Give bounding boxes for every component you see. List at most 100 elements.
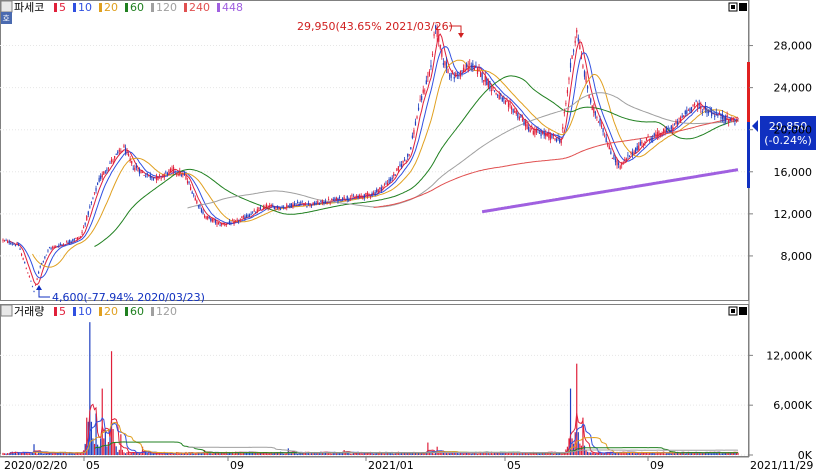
candle-body	[390, 178, 392, 181]
volume-bar	[573, 443, 575, 455]
volume-bar	[538, 453, 541, 455]
volume-bar	[328, 453, 330, 455]
candle-body	[159, 174, 161, 176]
volume-bar	[219, 453, 221, 455]
candle-body	[100, 175, 102, 179]
candle-body	[529, 130, 531, 132]
volume-bar	[373, 453, 375, 455]
candle-body	[442, 63, 444, 65]
high-annotation: 29,950(43.65% 2021/03/26)	[297, 20, 453, 33]
candle-body	[729, 119, 731, 122]
volume-bar	[65, 453, 68, 455]
volume-bar	[283, 453, 285, 455]
candle-body	[120, 150, 122, 152]
candle-body	[169, 168, 172, 172]
candle-body	[382, 186, 384, 188]
legend-label: 5	[59, 305, 66, 318]
volume-bar	[362, 453, 364, 455]
candle-body	[506, 101, 508, 102]
legend-label: 120	[156, 305, 177, 318]
close-icon[interactable]	[739, 307, 747, 315]
candle-body	[734, 123, 736, 125]
candle-body	[571, 55, 573, 59]
candle-body	[723, 117, 725, 122]
candle-body	[72, 239, 74, 242]
candle-body	[514, 111, 516, 113]
stock-chart[interactable]: 20,850 (-0.24%) 28,00024,00020,00016,000…	[0, 0, 817, 473]
volume-bar	[588, 452, 590, 455]
candle-body	[101, 174, 103, 178]
candle-body	[363, 194, 365, 199]
volume-bar	[13, 453, 15, 455]
volume-bar	[448, 453, 451, 455]
volume-bar	[290, 453, 293, 455]
candle-body	[289, 203, 291, 208]
volume-bar	[148, 452, 150, 455]
legend-swatch	[151, 307, 154, 316]
candle-body	[416, 116, 418, 119]
candle-body	[551, 134, 553, 138]
candle-body	[689, 108, 691, 113]
candle-body	[611, 158, 613, 159]
volume-bar	[152, 453, 155, 455]
volume-bar	[613, 452, 615, 455]
candle-body	[362, 196, 364, 198]
candle-body	[735, 120, 738, 122]
candle-body	[438, 35, 440, 42]
candle-body	[655, 134, 657, 136]
candle-body	[649, 138, 651, 140]
candle-body	[245, 215, 248, 218]
legend-swatch	[99, 3, 102, 12]
volume-bar	[96, 444, 99, 455]
candle-body	[466, 63, 468, 67]
volume-bar	[374, 453, 376, 455]
candle-body	[481, 72, 483, 80]
candle-body	[376, 189, 378, 193]
candle-body	[675, 120, 677, 125]
candle-body	[703, 108, 705, 110]
candle-body	[132, 168, 134, 170]
volume-bar	[331, 453, 333, 455]
volume-bar	[636, 453, 638, 455]
candle-body	[608, 146, 610, 150]
volume-bar	[129, 453, 131, 455]
candle-body	[207, 216, 209, 219]
candle-body	[7, 240, 9, 243]
volume-bar	[227, 453, 229, 455]
candle-body	[53, 246, 55, 249]
volume-bar	[689, 453, 691, 455]
x-tick-label: 05	[507, 459, 521, 472]
candle-body	[546, 133, 548, 136]
candle-body	[248, 214, 251, 217]
candle-body	[256, 209, 258, 213]
candle-body	[621, 162, 623, 166]
candle-body	[335, 197, 337, 201]
candle-body	[341, 198, 344, 201]
volume-menu-button[interactable]	[0, 304, 13, 317]
legend-label: 60	[130, 1, 144, 14]
candle-body	[534, 129, 536, 135]
volume-bar	[633, 452, 635, 455]
candle-body	[458, 75, 460, 77]
candle-body	[140, 170, 142, 174]
candle-body	[486, 78, 488, 86]
volume-bar	[445, 453, 448, 455]
x-tick-label: 09	[230, 459, 244, 472]
close-icon[interactable]	[739, 3, 747, 11]
low-annotation: 4,600(-77.94% 2020/03/23)	[52, 291, 205, 304]
legend-swatch	[217, 3, 220, 12]
candle-body	[473, 67, 475, 71]
volume-bar	[275, 453, 277, 455]
legend-swatch	[151, 3, 154, 12]
candle-body	[653, 133, 655, 136]
candle-body	[349, 198, 351, 199]
chart-menu-button[interactable]	[0, 0, 13, 13]
candle-body	[332, 199, 334, 201]
volume-bar	[417, 453, 420, 455]
candle-body	[593, 107, 595, 113]
candle-body	[686, 110, 688, 114]
chart-side-tab-label: 호	[3, 14, 10, 23]
volume-bar	[162, 453, 164, 455]
candle-body	[548, 133, 550, 139]
candle-body	[58, 245, 60, 247]
